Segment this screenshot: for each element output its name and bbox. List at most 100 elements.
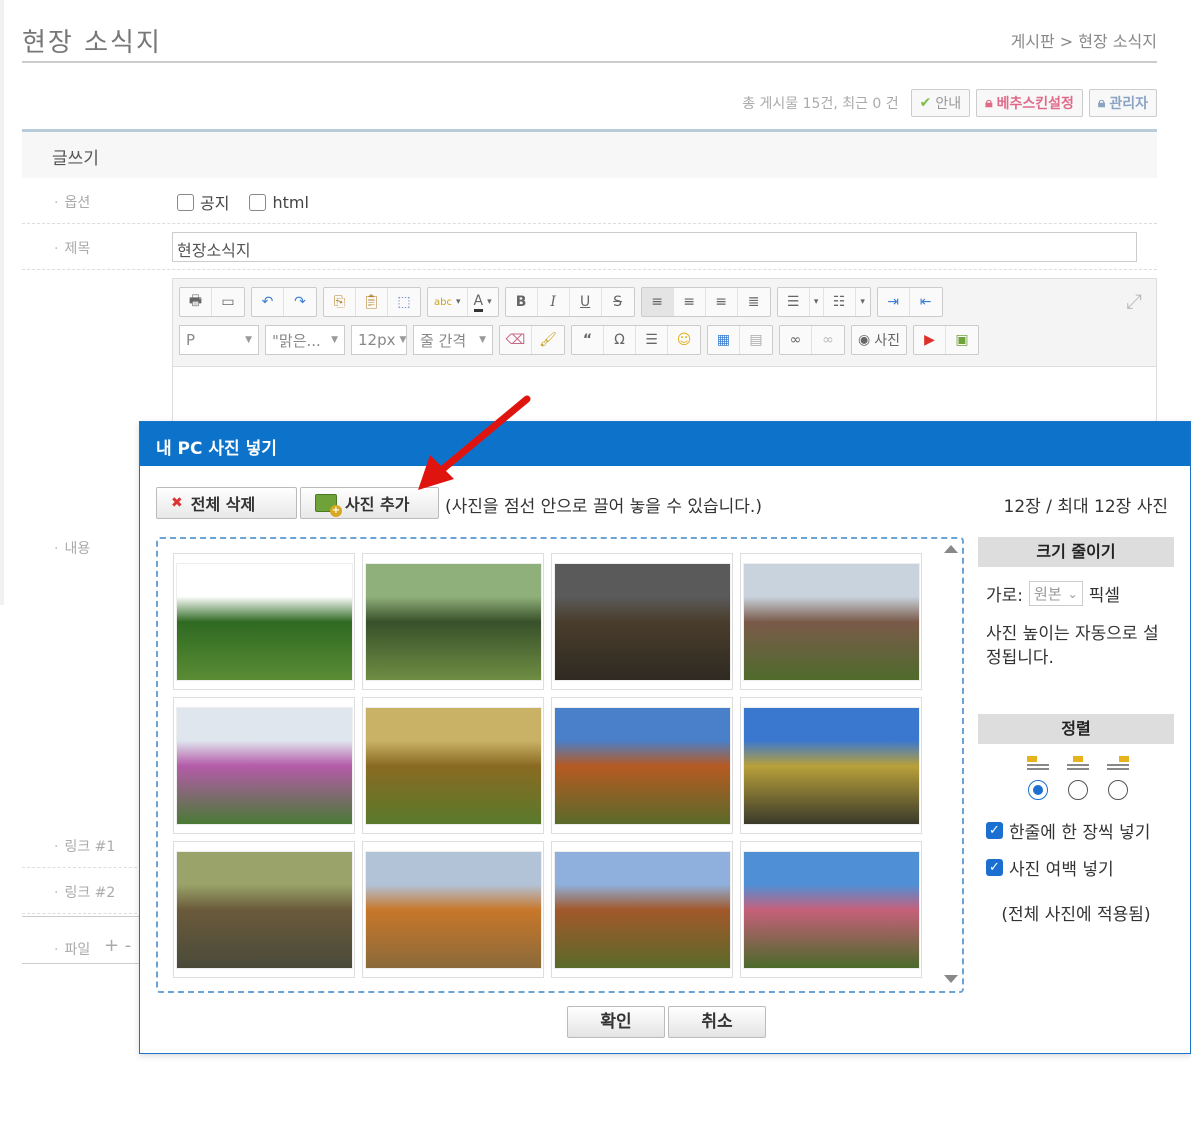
- width-select[interactable]: 원본 ⌄: [1029, 581, 1083, 606]
- notice-checkbox-box[interactable]: [177, 193, 194, 211]
- spellcheck-label: abc: [434, 296, 452, 308]
- undo-icon[interactable]: ↶: [252, 288, 284, 316]
- one-per-line-option[interactable]: ✓ 한줄에 한 장씩 넣기: [978, 818, 1174, 843]
- horizontal-rule-icon[interactable]: ☰: [636, 326, 668, 354]
- guide-button[interactable]: ✔ 안내: [910, 89, 971, 117]
- photo-item[interactable]: [740, 553, 922, 690]
- align-justify-icon[interactable]: ≣: [738, 288, 770, 316]
- photo-item[interactable]: [362, 697, 544, 834]
- margin-checkbox[interactable]: ✓: [986, 859, 1003, 876]
- skin-settings-button[interactable]: 🔒︎ 베추스킨설정: [976, 89, 1083, 117]
- subject-input[interactable]: 현장소식지: [172, 232, 1137, 262]
- table-icon[interactable]: ▦: [708, 326, 740, 354]
- photo-thumbnail[interactable]: [553, 850, 731, 969]
- eraser-icon[interactable]: ⌫: [500, 326, 532, 354]
- unordered-list-icon[interactable]: ☷: [824, 288, 856, 316]
- photo-thumbnail[interactable]: [553, 562, 731, 681]
- photo-item[interactable]: [362, 553, 544, 690]
- new-document-icon[interactable]: ▭: [212, 288, 244, 316]
- photo-thumbnail[interactable]: [175, 706, 353, 825]
- image-icon[interactable]: ▣: [946, 326, 978, 354]
- select-all-icon[interactable]: ⬚: [388, 288, 420, 316]
- notice-checkbox[interactable]: 공지: [177, 190, 229, 214]
- special-char-icon[interactable]: Ω: [604, 326, 636, 354]
- delete-icon: ✖: [171, 495, 183, 511]
- photo-item[interactable]: [173, 553, 355, 690]
- html-checkbox[interactable]: html: [249, 190, 309, 214]
- youtube-icon[interactable]: ▶: [914, 326, 946, 354]
- write-heading: 글쓰기: [22, 132, 1157, 178]
- bold-icon[interactable]: B: [506, 288, 538, 316]
- redo-icon[interactable]: ↷: [284, 288, 316, 316]
- photo-item[interactable]: [173, 841, 355, 978]
- format-painter-icon[interactable]: 🖌︎: [532, 326, 564, 354]
- photo-item[interactable]: [551, 553, 733, 690]
- paste-icon[interactable]: 📋︎: [356, 288, 388, 316]
- margin-option[interactable]: ✓ 사진 여백 넣기: [978, 855, 1174, 880]
- skin-settings-label: 베추스킨설정: [996, 96, 1074, 112]
- photo-item[interactable]: [551, 697, 733, 834]
- photo-thumbnail[interactable]: [364, 850, 542, 969]
- align-center-radio[interactable]: [1068, 780, 1088, 800]
- ordered-list-icon[interactable]: ☰: [778, 288, 810, 316]
- confirm-button[interactable]: 확인: [567, 1006, 665, 1038]
- outdent-icon[interactable]: ⇤: [910, 288, 942, 316]
- photo-item[interactable]: [362, 841, 544, 978]
- html-label: html: [272, 192, 309, 212]
- font-select[interactable]: "맑은... ▼: [265, 325, 345, 355]
- align-heading: 정렬: [978, 714, 1174, 744]
- quote-icon[interactable]: “: [572, 326, 604, 354]
- photo-thumbnail[interactable]: [364, 562, 542, 681]
- align-right-icon[interactable]: ≡: [706, 288, 738, 316]
- photo-button[interactable]: ◉ 사진: [852, 326, 906, 354]
- file-label: 파일: [54, 939, 90, 959]
- text-color-label: A: [473, 293, 484, 312]
- one-per-line-checkbox[interactable]: ✓: [986, 822, 1003, 839]
- font-size-select[interactable]: 12px ▼: [351, 325, 407, 355]
- copy-icon[interactable]: ⎘: [324, 288, 356, 316]
- photo-thumbnail[interactable]: [742, 706, 920, 825]
- photo-item[interactable]: [740, 841, 922, 978]
- rich-text-editor[interactable]: 🖶 ▭ ↶ ↷ ⎘ 📋︎ ⬚ abc ▾ A ▾ B I U S ≡ ≡ ≡ ≣…: [172, 278, 1157, 428]
- text-color-icon[interactable]: A ▾: [468, 288, 498, 316]
- align-left-radio[interactable]: [1028, 780, 1048, 800]
- align-right-radio[interactable]: [1108, 780, 1128, 800]
- photo-thumbnail[interactable]: [553, 706, 731, 825]
- fullscreen-icon[interactable]: ⤢: [1126, 289, 1142, 313]
- cancel-button[interactable]: 취소: [668, 1006, 766, 1038]
- photo-thumbnail[interactable]: [742, 850, 920, 969]
- breadcrumb[interactable]: 게시판 > 현장 소식지: [1011, 28, 1157, 52]
- photo-thumbnail[interactable]: [364, 706, 542, 825]
- html-checkbox-box[interactable]: [249, 193, 267, 211]
- scroll-up-arrow[interactable]: [944, 545, 958, 553]
- spellcheck-icon[interactable]: abc ▾: [428, 288, 468, 316]
- line-height-select[interactable]: 줄 간격 ▼: [413, 325, 493, 355]
- align-center-icon[interactable]: ≡: [674, 288, 706, 316]
- admin-label: 관리자: [1109, 96, 1148, 112]
- indent-icon[interactable]: ⇥: [878, 288, 910, 316]
- link-icon[interactable]: ∞: [780, 326, 812, 354]
- post-count: 총 게시물 15건, 최근 0 건: [742, 96, 899, 112]
- photo-thumbnail[interactable]: [175, 850, 353, 969]
- file-add-remove-controls[interactable]: + -: [104, 935, 131, 956]
- admin-button[interactable]: 🔒︎ 관리자: [1088, 89, 1157, 117]
- emoticon-icon[interactable]: ☺: [668, 326, 700, 354]
- paragraph-select[interactable]: P ▼: [179, 325, 259, 355]
- italic-icon[interactable]: I: [538, 288, 570, 316]
- align-left-icon[interactable]: ≡: [641, 288, 674, 316]
- ordered-list-dropdown-icon[interactable]: ▾: [810, 288, 824, 316]
- photo-item[interactable]: [173, 697, 355, 834]
- table-edit-icon[interactable]: ▤: [740, 326, 772, 354]
- underline-icon[interactable]: U: [570, 288, 602, 316]
- photo-thumbnail[interactable]: [175, 562, 353, 681]
- scroll-down-arrow[interactable]: [944, 975, 958, 983]
- photo-thumbnail[interactable]: [742, 562, 920, 681]
- photo-drop-zone[interactable]: [156, 537, 964, 993]
- print-icon[interactable]: 🖶: [180, 288, 212, 316]
- unordered-list-dropdown-icon[interactable]: ▾: [856, 288, 870, 316]
- photo-item[interactable]: [551, 841, 733, 978]
- unlink-icon[interactable]: ∞: [812, 326, 844, 354]
- strikethrough-icon[interactable]: S: [602, 288, 634, 316]
- photo-item[interactable]: [740, 697, 922, 834]
- delete-all-button[interactable]: ✖ 전체 삭제: [156, 487, 297, 519]
